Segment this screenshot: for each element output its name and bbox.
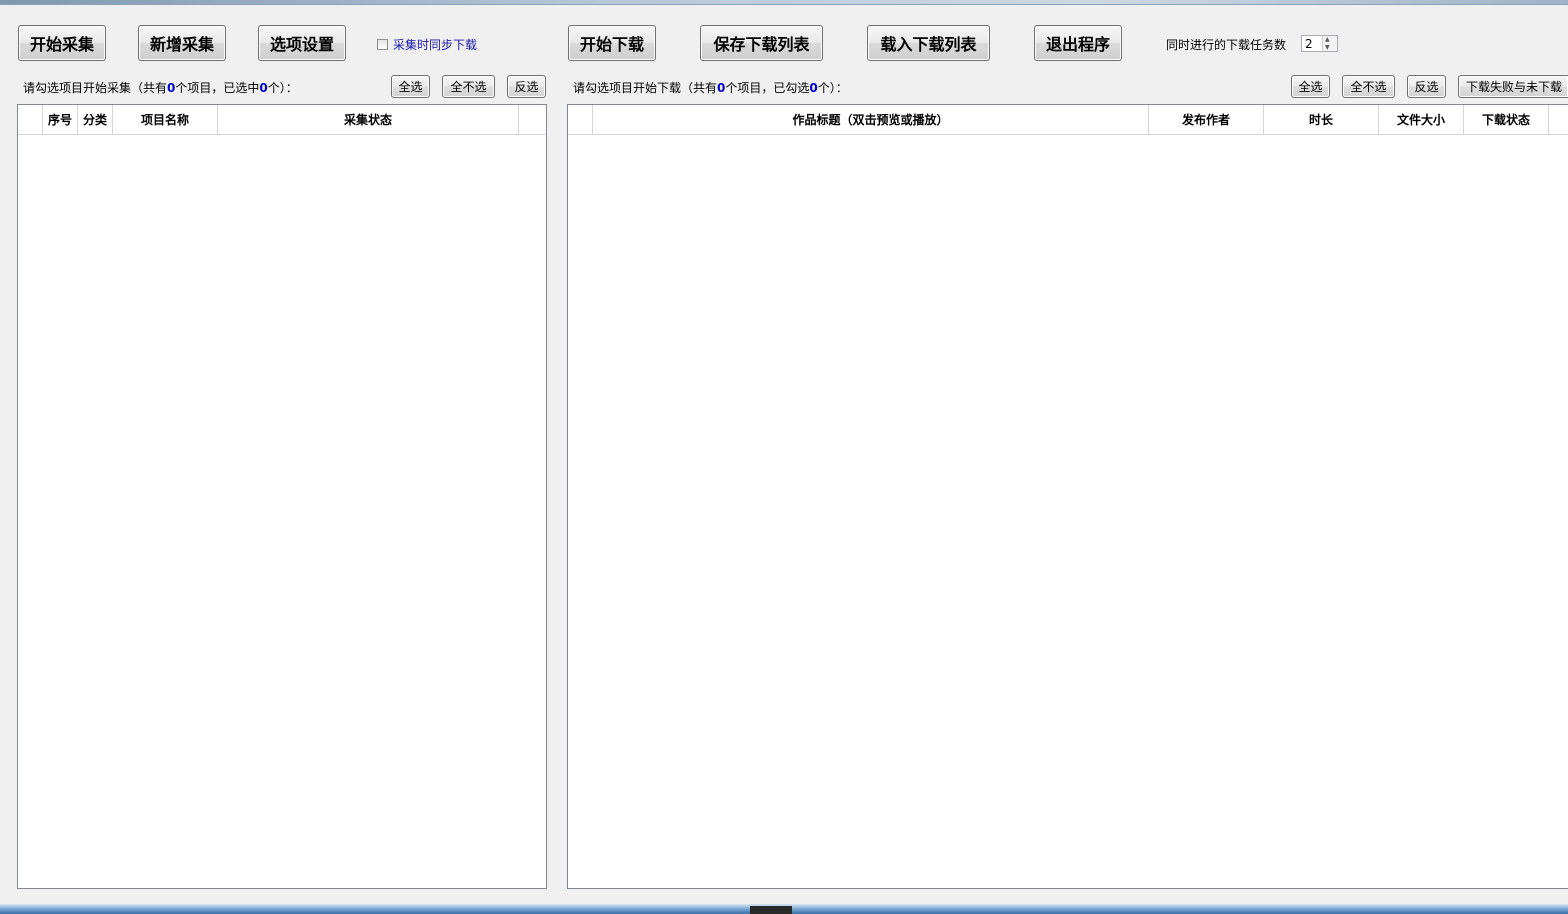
download-list-header: 作品标题（双击预览或播放） 发布作者 时长 文件大小 下载状态 bbox=[568, 105, 1568, 135]
download-list[interactable]: 作品标题（双击预览或播放） 发布作者 时长 文件大小 下载状态 bbox=[567, 104, 1568, 889]
collect-col-project-name[interactable]: 项目名称 bbox=[113, 105, 218, 134]
add-collect-button[interactable]: 新增采集 bbox=[138, 25, 226, 61]
download-selected-count: 0 bbox=[809, 81, 818, 95]
start-download-button[interactable]: 开始下载 bbox=[568, 25, 656, 61]
collect-prompt-mid: 个项目，已选中 bbox=[175, 81, 260, 95]
download-prompt: 请勾选项目开始下载（共有0个项目，已勾选0个）： bbox=[573, 79, 848, 96]
sync-download-option[interactable]: 采集时同步下载 bbox=[377, 36, 477, 53]
collect-list-header: 序号 分类 项目名称 采集状态 bbox=[18, 105, 546, 135]
window-top-border bbox=[0, 0, 1568, 5]
download-select-all-button[interactable]: 全选 bbox=[1291, 75, 1330, 98]
collect-select-all-button[interactable]: 全选 bbox=[391, 75, 430, 98]
collect-select-none-button[interactable]: 全不选 bbox=[442, 75, 495, 98]
spin-down-icon[interactable]: ▼ bbox=[1325, 44, 1330, 51]
save-download-list-button[interactable]: 保存下载列表 bbox=[700, 25, 823, 61]
download-col-title[interactable]: 作品标题（双击预览或播放） bbox=[593, 105, 1149, 134]
taskbar-strip bbox=[0, 904, 1568, 914]
collect-prompt: 请勾选项目开始采集（共有0个项目，已选中0个）： bbox=[23, 79, 298, 96]
spinner-arrows[interactable]: ▲ ▼ bbox=[1322, 36, 1337, 51]
collect-col-check[interactable] bbox=[18, 105, 43, 134]
download-select-none-button[interactable]: 全不选 bbox=[1342, 75, 1395, 98]
exit-button[interactable]: 退出程序 bbox=[1034, 25, 1122, 61]
download-col-filesize[interactable]: 文件大小 bbox=[1379, 105, 1464, 134]
collect-col-filler bbox=[519, 105, 546, 134]
download-col-filler bbox=[1549, 105, 1568, 134]
download-col-check[interactable] bbox=[568, 105, 593, 134]
download-col-duration[interactable]: 时长 bbox=[1264, 105, 1379, 134]
sync-download-checkbox[interactable] bbox=[377, 39, 388, 50]
download-invert-button[interactable]: 反选 bbox=[1407, 75, 1446, 98]
collect-prompt-prefix: 请勾选项目开始采集（共有 bbox=[23, 81, 168, 95]
download-prompt-suffix: 个）： bbox=[817, 81, 848, 95]
concurrent-tasks-label: 同时进行的下载任务数 bbox=[1166, 38, 1287, 52]
collect-list[interactable]: 序号 分类 项目名称 采集状态 bbox=[17, 104, 547, 889]
collect-prompt-suffix: 个）： bbox=[267, 81, 298, 95]
taskbar-item bbox=[750, 906, 792, 914]
collect-col-index[interactable]: 序号 bbox=[43, 105, 78, 134]
collect-selected-count: 0 bbox=[259, 81, 268, 95]
start-collect-button[interactable]: 开始采集 bbox=[18, 25, 106, 61]
concurrent-tasks-value[interactable]: 2 bbox=[1305, 37, 1313, 51]
collect-col-category[interactable]: 分类 bbox=[78, 105, 113, 134]
collect-invert-button[interactable]: 反选 bbox=[507, 75, 546, 98]
download-col-author[interactable]: 发布作者 bbox=[1149, 105, 1264, 134]
collect-col-status[interactable]: 采集状态 bbox=[218, 105, 519, 134]
failed-downloads-button[interactable]: 下载失败与未下载 bbox=[1458, 75, 1568, 98]
download-col-status[interactable]: 下载状态 bbox=[1464, 105, 1549, 134]
load-download-list-button[interactable]: 载入下载列表 bbox=[867, 25, 990, 61]
sync-download-label[interactable]: 采集时同步下载 bbox=[393, 36, 477, 53]
concurrent-tasks-spinner[interactable]: 2 ▲ ▼ bbox=[1301, 35, 1338, 52]
options-button[interactable]: 选项设置 bbox=[258, 25, 346, 61]
download-prompt-mid: 个项目，已勾选 bbox=[725, 81, 810, 95]
spin-up-icon[interactable]: ▲ bbox=[1325, 36, 1330, 43]
download-prompt-prefix: 请勾选项目开始下载（共有 bbox=[573, 81, 718, 95]
